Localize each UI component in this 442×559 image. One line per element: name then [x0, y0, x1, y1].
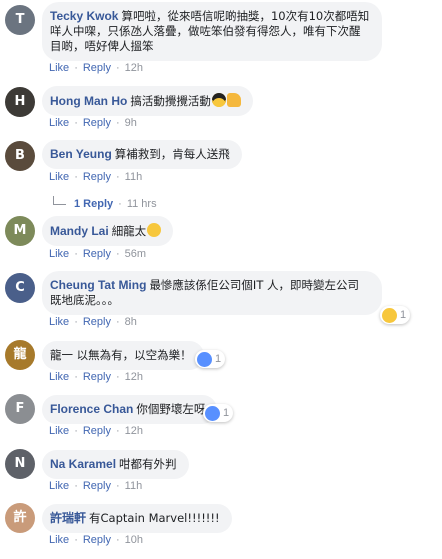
comment-actions: Like · Reply · 12h [49, 371, 144, 383]
reply-link[interactable]: Reply [83, 425, 111, 437]
like-link[interactable]: Like [49, 316, 69, 328]
reply-arrow-icon [53, 196, 66, 205]
avatar[interactable]: F [5, 394, 35, 424]
comment-bubble: Hong Man Ho 搞活動攪攪活動 [42, 86, 253, 116]
comment-bubble: Mandy Lai 細龍太 [42, 216, 174, 246]
timestamp[interactable]: 56m [125, 248, 146, 260]
commenter-name[interactable]: 許瑞軒 [50, 511, 86, 525]
commenter-name[interactable]: Hong Man Ho [50, 94, 127, 108]
commenter-name[interactable]: Florence Chan [50, 402, 133, 416]
reaction-number: 1 [400, 309, 407, 321]
comment-actions: Like · Reply · 8h [49, 316, 137, 328]
comment-actions: Like · Reply · 56m [49, 248, 147, 260]
reaction-number: 1 [215, 353, 222, 365]
like-link[interactable]: Like [49, 248, 69, 260]
reply-link[interactable]: Reply [83, 248, 111, 260]
reply-link[interactable]: Reply [83, 480, 111, 492]
sunglasses-face-icon [211, 93, 226, 107]
comment-bubble: Florence Chan 你個野壞左呀 [42, 395, 218, 424]
comment-text: 算補救到，肯每人送飛 [114, 147, 230, 161]
comment-actions: Like · Reply · 11h [49, 171, 143, 183]
reaction-number: 1 [223, 407, 230, 419]
avatar[interactable]: T [5, 5, 35, 35]
reaction-count[interactable]: 1 [380, 306, 411, 324]
comment-bubble: 許瑞軒 有Captain Marvel!!!!!!! [42, 504, 232, 533]
avatar[interactable]: B [5, 141, 35, 171]
timestamp[interactable]: 12h [125, 62, 143, 74]
comment-text: 你個野壞左呀 [136, 402, 206, 416]
comment-actions: Like · Reply · 12h [49, 62, 144, 74]
like-reaction-icon [197, 351, 212, 367]
timestamp[interactable]: 9h [125, 117, 137, 129]
avatar[interactable]: N [5, 449, 35, 479]
commenter-name[interactable]: Na Karamel [50, 457, 116, 471]
laughing-face-icon [147, 223, 162, 237]
comment-actions: Like · Reply · 10h [49, 534, 144, 546]
like-link[interactable]: Like [49, 425, 69, 437]
comment-bubble: Cheung Tat Ming 最慘應該係佢公司個IT 人，即時變左公司既地底泥。… [42, 271, 382, 315]
comment-bubble: Na Karamel 咁都有外判 [42, 450, 189, 479]
reply-link[interactable]: Reply [83, 371, 111, 383]
commenter-name[interactable]: Ben Yeung [50, 147, 112, 161]
comment-text: 搞活動攪攪活動 [130, 94, 211, 108]
avatar[interactable]: M [5, 216, 35, 246]
replies-count[interactable]: 1 Reply [74, 198, 113, 210]
replies-time: 11 hrs [126, 198, 157, 210]
avatar[interactable]: 許 [5, 503, 35, 533]
view-replies-link[interactable]: 1 Reply · 11 hrs [53, 196, 157, 210]
timestamp[interactable]: 12h [125, 425, 143, 437]
comment-text: 咁都有外判 [119, 457, 177, 471]
reply-link[interactable]: Reply [83, 62, 111, 74]
like-link[interactable]: Like [49, 534, 69, 546]
commenter-name[interactable]: Mandy Lai [50, 224, 109, 238]
comment-actions: Like · Reply · 9h [49, 117, 137, 129]
reaction-count[interactable]: 1 [195, 350, 226, 368]
timestamp[interactable]: 11h [125, 480, 143, 492]
commenter-name[interactable]: Tecky Kwok [50, 9, 118, 23]
comment-actions: Like · Reply · 11h [49, 480, 143, 492]
timestamp[interactable]: 10h [125, 534, 143, 546]
like-reaction-icon [205, 405, 220, 421]
timestamp[interactable]: 11h [125, 171, 143, 183]
comment-text: 龍一 以無為有，以空為樂！ [50, 348, 192, 362]
reply-link[interactable]: Reply [83, 171, 111, 183]
reply-link[interactable]: Reply [83, 534, 111, 546]
comment-bubble: Tecky Kwok 算吧啦，從來唔信呢啲抽獎，10次有10次都唔知咩人中㗎，只係… [42, 2, 382, 61]
comment-bubble: 龍一 以無為有，以空為樂！ [42, 341, 204, 370]
haha-reaction-icon [382, 307, 397, 323]
like-link[interactable]: Like [49, 371, 69, 383]
timestamp[interactable]: 8h [125, 316, 137, 328]
reply-link[interactable]: Reply [83, 117, 111, 129]
comment-bubble: Ben Yeung 算補救到，肯每人送飛 [42, 140, 242, 169]
comment-actions: Like · Reply · 12h [49, 425, 144, 437]
comment-text: 有Captain Marvel!!!!!!! [89, 511, 220, 525]
reaction-count[interactable]: 1 [203, 404, 234, 422]
like-link[interactable]: Like [49, 480, 69, 492]
avatar[interactable]: C [5, 273, 35, 303]
comment-text: 細龍太 [111, 224, 147, 238]
like-link[interactable]: Like [49, 62, 69, 74]
commenter-name[interactable]: Cheung Tat Ming [50, 278, 146, 292]
avatar[interactable]: H [5, 87, 35, 117]
timestamp[interactable]: 12h [125, 371, 143, 383]
like-link[interactable]: Like [49, 117, 69, 129]
like-link[interactable]: Like [49, 171, 69, 183]
thumbs-up-icon [226, 93, 241, 107]
avatar[interactable]: 龍 [5, 340, 35, 370]
reply-link[interactable]: Reply [83, 316, 111, 328]
